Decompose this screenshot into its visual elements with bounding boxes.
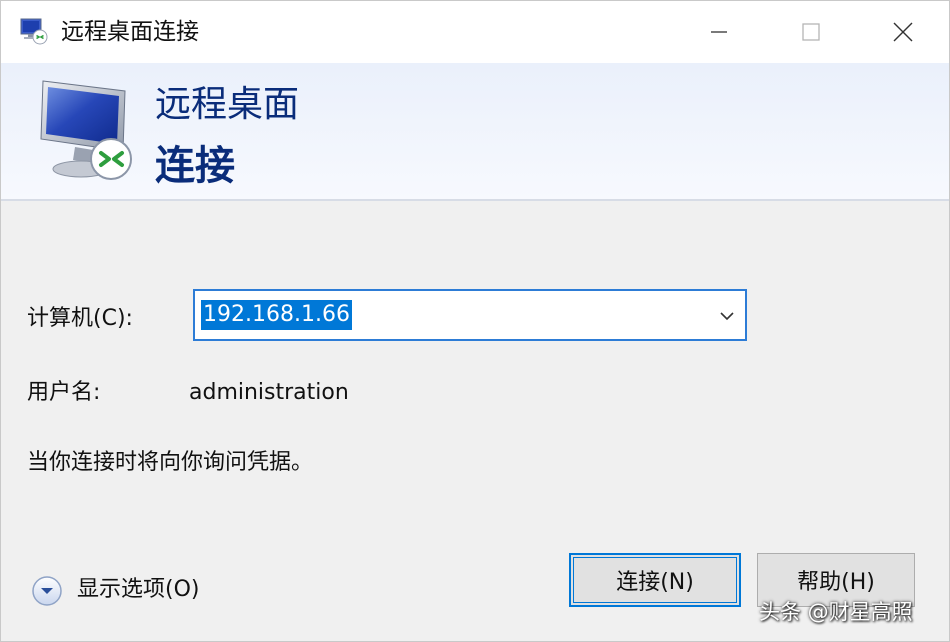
chevron-down-icon[interactable] <box>717 306 737 326</box>
close-icon <box>893 22 913 42</box>
maximize-button[interactable] <box>765 1 857 63</box>
remote-desktop-app-icon <box>20 18 48 45</box>
header-banner: 远程桌面 连接 <box>1 63 949 201</box>
minimize-button[interactable] <box>673 1 765 63</box>
watermark-text: 头条 @财星高照 <box>759 600 913 624</box>
connect-button[interactable]: 连接(N) <box>569 553 741 607</box>
minimize-icon <box>711 31 727 33</box>
remote-desktop-monitor-icon <box>40 80 132 180</box>
computer-input-value[interactable]: 192.168.1.66 <box>201 300 352 330</box>
chevron-down-circle-icon[interactable] <box>31 575 63 607</box>
window-title: 远程桌面连接 <box>61 19 199 45</box>
computer-label: 计算机(C): <box>27 306 133 331</box>
username-label: 用户名: <box>27 380 101 405</box>
banner-title-line2: 连接 <box>155 143 235 189</box>
title-bar: 远程桌面连接 <box>1 1 949 63</box>
username-value: administration <box>189 380 349 405</box>
show-options-toggle[interactable]: 显示选项(O) <box>77 575 199 605</box>
credentials-note: 当你连接时将向你询问凭据。 <box>27 450 314 475</box>
banner-title-line1: 远程桌面 <box>155 84 300 125</box>
computer-combobox[interactable]: 192.168.1.66 <box>193 289 747 341</box>
maximize-icon <box>802 23 820 41</box>
close-button[interactable] <box>857 1 949 63</box>
remote-desktop-window: 远程桌面连接 远程桌面 连接 计算机(C): 192.168.1.66 用户名:… <box>0 0 950 642</box>
connect-button-label: 连接(N) <box>616 570 694 595</box>
help-button-label: 帮助(H) <box>797 570 875 595</box>
